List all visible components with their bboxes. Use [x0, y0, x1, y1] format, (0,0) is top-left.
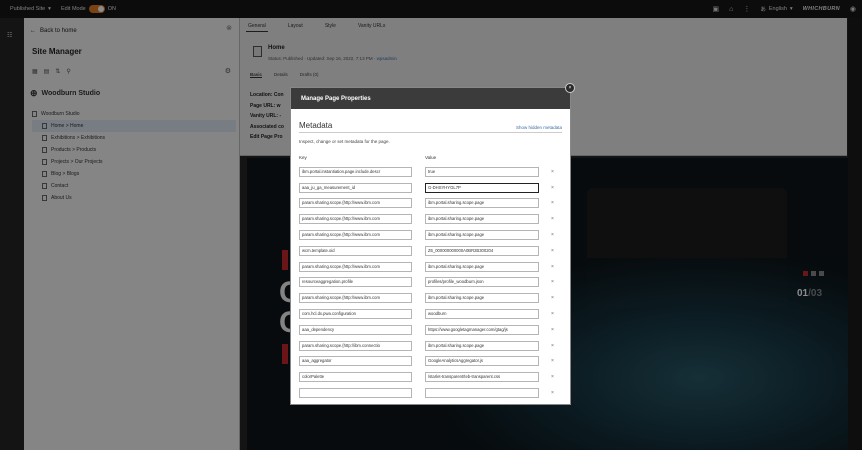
metadata-row: param.sharing.scope.{http://www.ibm.com i…	[299, 211, 562, 227]
metadata-key-input[interactable]: colorPalette	[299, 372, 412, 383]
metadata-key-input[interactable]: aaa_ju_ga_measurement_id	[299, 182, 412, 193]
metadata-row: aaa_dependency https://www.googletagmanag…	[299, 322, 562, 338]
remove-row-icon[interactable]: ×	[551, 248, 554, 254]
metadata-value-input[interactable]: ibm.portal.sharing.scope.page	[425, 261, 539, 272]
metadata-value-input[interactable]: ibm.portal.sharing.scope.page	[425, 198, 539, 209]
metadata-row: param.sharing.scope.{http://www.ibm.com i…	[299, 259, 562, 275]
metadata-row: colorPalette/starlet-transparent/teb-tra…	[299, 369, 562, 385]
metadata-section-header: Metadata Show hidden metadata	[299, 121, 562, 133]
remove-row-icon[interactable]: ×	[551, 374, 554, 380]
metadata-key-input[interactable]: param.sharing.scope.{http://ibm.connecti…	[299, 340, 412, 351]
remove-row-icon[interactable]: ×	[551, 216, 554, 222]
remove-row-icon[interactable]: ×	[551, 279, 554, 285]
metadata-key-input[interactable]: ibm.portal.instantiation.page.include.de…	[299, 166, 412, 177]
metadata-column-headers: Key Value	[299, 155, 562, 160]
metadata-value-input[interactable]: /starlet-transparent/teb-transparent.css	[425, 372, 539, 383]
metadata-row: resourceaggregation.profile profiles/prof…	[299, 275, 562, 291]
metadata-row: ibm.portal.instantiation.page.include.de…	[299, 164, 562, 180]
close-dialog-icon[interactable]: ×	[565, 83, 575, 93]
metadata-description: Inspect, change or set metadata for the …	[299, 139, 390, 144]
metadata-row: com.hcl.dx.pwa.configuration woodburn ×	[299, 306, 562, 322]
metadata-value-input[interactable]	[425, 388, 539, 399]
remove-row-icon[interactable]: ×	[551, 169, 554, 175]
metadata-row: param.sharing.scope.{http://www.ibm.com i…	[299, 227, 562, 243]
remove-row-icon[interactable]: ×	[551, 200, 554, 206]
dialog-title: Manage Page Properties	[291, 88, 570, 109]
show-hidden-metadata-link[interactable]: Show hidden metadata	[516, 125, 562, 130]
remove-row-icon[interactable]: ×	[551, 327, 554, 333]
metadata-value-input[interactable]: G-DHSYHYGL7P	[425, 182, 539, 193]
metadata-row: wcm.template.oid Z6_000000000000A0BR2B300…	[299, 243, 562, 259]
metadata-rows: ibm.portal.instantiation.page.include.de…	[299, 164, 562, 401]
metadata-key-input[interactable]: param.sharing.scope.{http://www.ibm.com	[299, 214, 412, 225]
metadata-key-input[interactable]: param.sharing.scope.{http://www.ibm.com	[299, 198, 412, 209]
remove-row-icon[interactable]: ×	[551, 343, 554, 349]
metadata-row: aaa_aggregator GoogleAnalyticsAggregator.…	[299, 354, 562, 370]
metadata-value-input[interactable]: woodburn	[425, 309, 539, 320]
metadata-key-input[interactable]: resourceaggregation.profile	[299, 277, 412, 288]
metadata-value-input[interactable]: Z6_000000000000A0BR2B300204	[425, 245, 539, 256]
metadata-key-input[interactable]: wcm.template.oid	[299, 245, 412, 256]
metadata-value-input[interactable]: https://www.googletagmanager.com/gtag/js	[425, 324, 539, 335]
metadata-value-input[interactable]: ibm.portal.sharing.scope.page	[425, 293, 539, 304]
metadata-key-input[interactable]: param.sharing.scope.{http://www.ibm.com	[299, 261, 412, 272]
metadata-row: aaa_ju_ga_measurement_id G-DHSYHYGL7P ×	[299, 180, 562, 196]
metadata-value-input[interactable]: profiles/profile_woodburn.json	[425, 277, 539, 288]
metadata-key-input[interactable]: com.hcl.dx.pwa.configuration	[299, 309, 412, 320]
remove-row-icon[interactable]: ×	[551, 390, 554, 396]
metadata-key-input[interactable]: param.sharing.scope.{http://www.ibm.com	[299, 293, 412, 304]
metadata-key-input[interactable]	[299, 388, 412, 399]
metadata-key-input[interactable]: aaa_aggregator	[299, 356, 412, 367]
metadata-value-input[interactable]: true	[425, 166, 539, 177]
remove-row-icon[interactable]: ×	[551, 232, 554, 238]
metadata-value-input[interactable]: ibm.portal.sharing.scope.page	[425, 214, 539, 225]
metadata-row: param.sharing.scope.{http://www.ibm.com i…	[299, 290, 562, 306]
metadata-key-input[interactable]: param.sharing.scope.{http://www.ibm.com	[299, 230, 412, 241]
remove-row-icon[interactable]: ×	[551, 295, 554, 301]
value-header: Value	[425, 155, 437, 160]
metadata-value-input[interactable]: ibm.portal.sharing.scope.page	[425, 340, 539, 351]
remove-row-icon[interactable]: ×	[551, 358, 554, 364]
metadata-key-input[interactable]: aaa_dependency	[299, 324, 412, 335]
metadata-row: ×	[299, 385, 562, 401]
metadata-value-input[interactable]: ibm.portal.sharing.scope.page	[425, 230, 539, 241]
metadata-row: param.sharing.scope.{http://www.ibm.com i…	[299, 196, 562, 212]
dialog-body: Metadata Show hidden metadata Inspect, c…	[291, 109, 570, 404]
metadata-title: Metadata	[299, 121, 333, 130]
remove-row-icon[interactable]: ×	[551, 311, 554, 317]
manage-page-properties-dialog: Manage Page Properties Metadata Show hid…	[290, 87, 571, 405]
metadata-row: param.sharing.scope.{http://ibm.connecti…	[299, 338, 562, 354]
metadata-value-input[interactable]: GoogleAnalyticsAggregator.js	[425, 356, 539, 367]
remove-row-icon[interactable]: ×	[551, 264, 554, 270]
key-header: Key	[299, 155, 307, 160]
remove-row-icon[interactable]: ×	[551, 185, 554, 191]
